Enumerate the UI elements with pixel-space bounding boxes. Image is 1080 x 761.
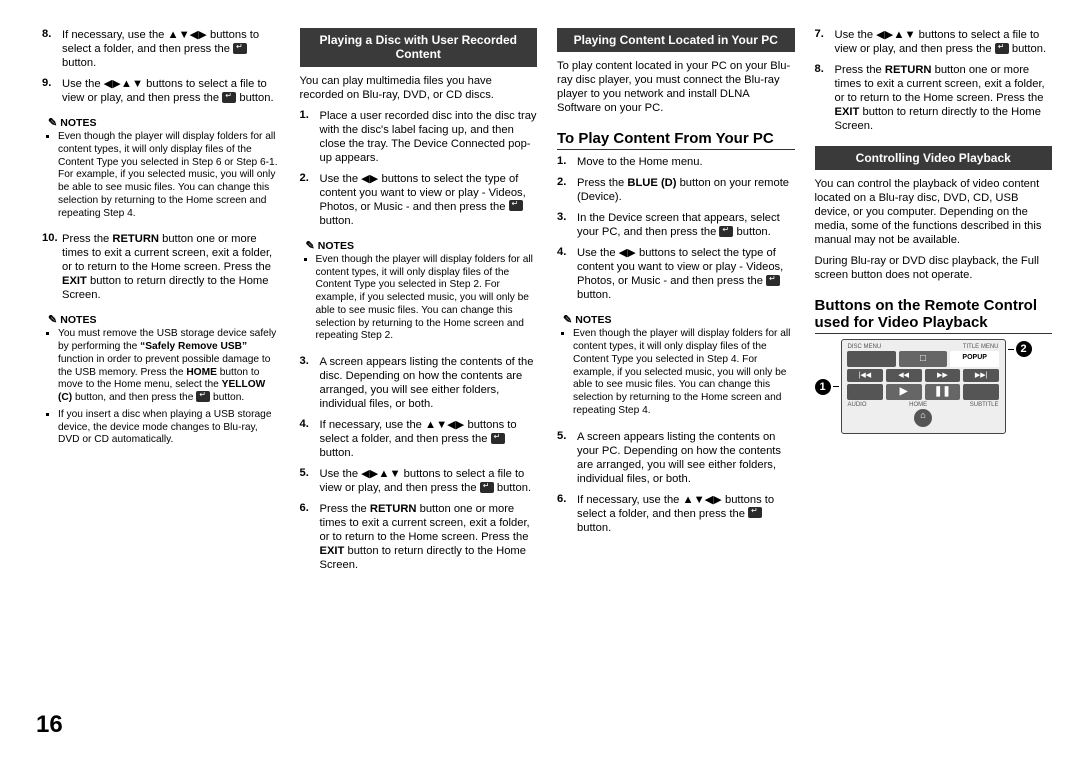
column-4: 7.Use the ◀▶▲▼ buttons to select a file … — [815, 28, 1053, 708]
step-number: 8. — [815, 63, 835, 133]
step-text: A screen appears listing the contents on… — [577, 430, 795, 486]
step-text: Use the ◀▶▲▼ buttons to select a file to… — [62, 77, 280, 105]
notes-heading: NOTES — [306, 239, 538, 252]
remote-btn-prev: |◀◀ — [847, 369, 883, 382]
remote-btn-play: ▶ — [886, 384, 922, 400]
enter-icon — [196, 391, 210, 402]
notes-heading: NOTES — [48, 116, 280, 129]
step-number: 2. — [300, 172, 320, 228]
column-2: Playing a Disc with User Recorded Conten… — [300, 28, 538, 708]
remote-control-graphic: DISC MENUTITLE MENU □ POPUP |◀◀ ◀◀ ▶▶ ▶▶… — [841, 339, 1006, 434]
step-text: Press the RETURN button one or more time… — [62, 232, 280, 302]
enter-icon — [222, 92, 236, 103]
note-item: If you insert a disc when playing a USB … — [58, 409, 280, 447]
subheading: Buttons on the Remote Control used for V… — [815, 297, 1053, 334]
remote-btn-pause: ❚❚ — [925, 384, 961, 400]
step-text: Press the BLUE (D) button on your remote… — [577, 176, 795, 204]
step-text: Use the ◀▶▲▼ buttons to select a file to… — [835, 28, 1053, 56]
remote-btn-blank — [847, 384, 883, 400]
step-number: 4. — [557, 246, 577, 302]
enter-icon — [480, 482, 494, 493]
callout-1: 1 — [815, 379, 831, 395]
enter-icon — [509, 200, 523, 211]
note-item: Even though the player will display fold… — [58, 131, 280, 220]
manual-page: 8. If necessary, use the ▲▼◀▶ buttons to… — [0, 0, 1080, 736]
enter-icon — [491, 433, 505, 444]
subheading: To Play Content From Your PC — [557, 130, 795, 150]
step-number: 6. — [300, 502, 320, 572]
note-item: You must remove the USB storage device s… — [58, 328, 280, 405]
step-text: Place a user recorded disc into the disc… — [320, 109, 538, 165]
step-number: 5. — [300, 467, 320, 495]
step-text: If necessary, use the ▲▼◀▶ buttons to se… — [62, 28, 280, 70]
column-1: 8. If necessary, use the ▲▼◀▶ buttons to… — [42, 28, 280, 708]
step-number: 3. — [300, 355, 320, 411]
enter-icon — [233, 43, 247, 54]
remote-btn-discmenu — [847, 351, 896, 367]
step-text: Press the RETURN button one or more time… — [320, 502, 538, 572]
step-number: 9. — [42, 77, 62, 105]
remote-btn-next: ▶▶| — [963, 369, 999, 382]
note-item: Even though the player will display fold… — [573, 328, 795, 417]
enter-icon — [995, 43, 1009, 54]
remote-btn-popup: POPUP — [950, 351, 999, 367]
step-number: 2. — [557, 176, 577, 204]
step-text: A screen appears listing the contents of… — [320, 355, 538, 411]
step-number: 5. — [557, 430, 577, 486]
note-item: Even though the player will display fold… — [316, 254, 538, 343]
remote-btn-home: ⌂ — [914, 409, 932, 427]
remote-btn-rw: ◀◀ — [886, 369, 922, 382]
lead-paragraph: You can control the playback of video co… — [815, 177, 1053, 247]
remote-btn-blank — [963, 384, 999, 400]
enter-icon — [748, 507, 762, 518]
callout-2: 2 — [1016, 341, 1032, 357]
notes-heading: NOTES — [48, 313, 280, 326]
step-number: 3. — [557, 211, 577, 239]
step-text: Use the ◀▶ buttons to select the type of… — [577, 246, 795, 302]
step-number: 1. — [557, 155, 577, 169]
step-number: 4. — [300, 418, 320, 460]
step-text: If necessary, use the ▲▼◀▶ buttons to se… — [320, 418, 538, 460]
remote-label-titlemenu: TITLE MENU — [963, 344, 999, 350]
step-text: Move to the Home menu. — [577, 155, 795, 169]
step-number: 6. — [557, 493, 577, 535]
remote-btn-ff: ▶▶ — [925, 369, 961, 382]
lead-paragraph: To play content located in your PC on yo… — [557, 59, 795, 115]
remote-diagram: 1 DISC MENUTITLE MENU □ POPUP |◀◀ ◀◀ ▶▶ … — [815, 339, 1053, 434]
step-number: 8. — [42, 28, 62, 70]
enter-icon — [766, 275, 780, 286]
step-text: In the Device screen that appears, selec… — [577, 211, 795, 239]
remote-label-home: HOME — [909, 402, 927, 408]
step-text: Press the RETURN button one or more time… — [835, 63, 1053, 133]
lead-paragraph: You can play multimedia files you have r… — [300, 74, 538, 102]
remote-btn-stop: □ — [899, 351, 948, 367]
step-text: If necessary, use the ▲▼◀▶ buttons to se… — [577, 493, 795, 535]
section-banner: Playing Content Located in Your PC — [557, 28, 795, 52]
section-banner: Playing a Disc with User Recorded Conten… — [300, 28, 538, 67]
step-number: 1. — [300, 109, 320, 165]
step-number: 7. — [815, 28, 835, 56]
column-3: Playing Content Located in Your PC To pl… — [557, 28, 795, 708]
remote-label-subtitle: SUBTITLE — [970, 402, 999, 408]
enter-icon — [719, 226, 733, 237]
lead-paragraph: During Blu-ray or DVD disc playback, the… — [815, 254, 1053, 282]
notes-heading: NOTES — [563, 313, 795, 326]
step-text: Use the ◀▶▲▼ buttons to select a file to… — [320, 467, 538, 495]
step-number: 10. — [42, 232, 62, 302]
remote-label-audio: AUDIO — [848, 402, 867, 408]
step-text: Use the ◀▶ buttons to select the type of… — [320, 172, 538, 228]
page-number: 16 — [36, 711, 63, 739]
section-banner: Controlling Video Playback — [815, 146, 1053, 170]
remote-label-discmenu: DISC MENU — [848, 344, 882, 350]
